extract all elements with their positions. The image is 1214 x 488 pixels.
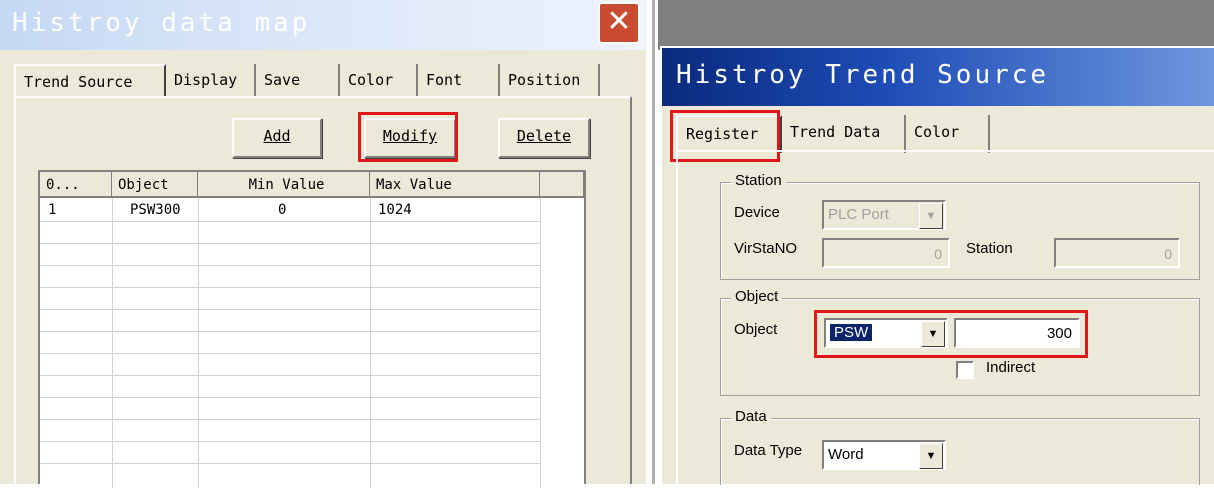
data-type-value: Word	[828, 446, 864, 463]
right-dialog-title: Histroy Trend Source	[676, 60, 1050, 90]
chevron-down-icon[interactable]: ▼	[919, 203, 943, 229]
row-object: PSW300	[130, 202, 181, 218]
left-dialog-title: Histroy data map	[12, 8, 311, 38]
delete-button[interactable]: Delete	[498, 118, 590, 158]
data-type-label: Data Type	[734, 442, 803, 459]
trend-source-table: 0... Object Min Value Max Value 1 PSW300…	[38, 170, 586, 488]
grid-line	[112, 198, 113, 488]
grid-line	[40, 309, 540, 310]
tab-display[interactable]: Display	[166, 64, 256, 98]
station-group-label: Station	[731, 172, 786, 189]
column-header-max-value[interactable]: Max Value	[370, 172, 540, 198]
background-window	[658, 0, 1214, 50]
grid-line	[40, 287, 540, 288]
grid-line	[40, 221, 540, 222]
row-min-value: 0	[278, 202, 287, 218]
column-header-object[interactable]: Object	[112, 172, 198, 198]
data-group-label: Data	[731, 408, 771, 425]
station-label: Station	[966, 240, 1013, 257]
device-label: Device	[734, 204, 780, 221]
virstano-label: VirStaNO	[734, 240, 798, 257]
table-row[interactable]: 1 PSW300 0 1024	[40, 199, 540, 221]
row-max-value: 1024	[378, 202, 412, 218]
grid-line	[40, 441, 540, 442]
delete-button-label: Delete	[516, 127, 572, 145]
grid-line	[40, 397, 540, 398]
grid-line	[40, 375, 540, 376]
indirect-checkbox[interactable]	[956, 361, 974, 379]
indirect-label: Indirect	[986, 359, 1036, 376]
grid-line	[540, 198, 541, 488]
column-header-number[interactable]: 0...	[40, 172, 112, 198]
virstano-field[interactable]: 0	[822, 238, 950, 268]
add-button-label: Add	[263, 127, 291, 145]
grid-line	[198, 198, 199, 488]
add-button[interactable]: Add	[232, 118, 322, 158]
grid-line	[40, 419, 540, 420]
grid-line	[40, 265, 540, 266]
data-type-select[interactable]: Word ▼	[822, 440, 946, 470]
chevron-down-icon[interactable]: ▼	[919, 443, 943, 469]
separator-line	[652, 0, 655, 484]
grid-line	[370, 198, 371, 488]
tab-position[interactable]: Position	[500, 64, 600, 98]
tab-save[interactable]: Save	[256, 64, 340, 98]
device-select-value: PLC Port	[828, 206, 889, 223]
grid-line	[40, 463, 540, 464]
row-number: 1	[48, 202, 57, 218]
tab-trend-data[interactable]: Trend Data	[782, 115, 906, 153]
tab-font[interactable]: Font	[418, 64, 500, 98]
device-select[interactable]: PLC Port ▼	[822, 200, 946, 230]
object-label: Object	[734, 321, 778, 338]
object-group-label: Object	[731, 288, 783, 305]
modify-highlight-box	[358, 112, 458, 162]
tab-color[interactable]: Color	[340, 64, 418, 98]
column-header-min-value[interactable]: Min Value	[198, 172, 370, 198]
object-highlight-box	[814, 310, 1088, 358]
tab-trend-source[interactable]: Trend Source	[14, 64, 166, 98]
grid-line	[40, 243, 540, 244]
column-header-filler	[540, 172, 584, 198]
left-tab-strip: Trend Source Display Save Color Font Pos…	[14, 64, 604, 98]
station-field[interactable]: 0	[1054, 238, 1180, 268]
tab-color-right[interactable]: Color	[906, 115, 990, 153]
close-icon[interactable]: ✕	[598, 2, 640, 44]
grid-line	[40, 353, 540, 354]
grid-line	[40, 331, 540, 332]
